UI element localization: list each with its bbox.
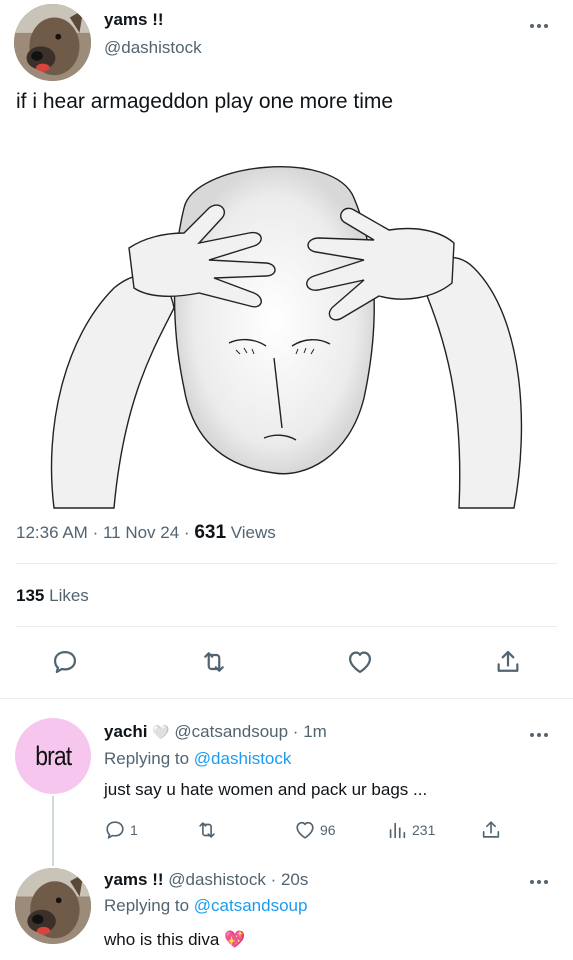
author-name[interactable]: yams !! bbox=[104, 10, 164, 30]
reply-time[interactable]: 20s bbox=[281, 870, 308, 889]
replying-to: Replying to @catsandsoup bbox=[104, 896, 307, 916]
likes-summary[interactable]: 135 Likes bbox=[16, 586, 89, 606]
reply-author-name[interactable]: yachi bbox=[104, 722, 147, 741]
reply-author-avatar[interactable] bbox=[15, 868, 91, 944]
share-icon[interactable] bbox=[494, 648, 522, 676]
more-options-icon[interactable] bbox=[530, 880, 548, 884]
reply-button[interactable]: 1 bbox=[104, 819, 138, 841]
tweet-date[interactable]: 11 Nov 24 bbox=[103, 523, 179, 542]
divider bbox=[0, 698, 573, 699]
sparkling-heart-emoji: 💖 bbox=[224, 930, 246, 949]
more-options-icon[interactable] bbox=[530, 24, 548, 28]
meme-image[interactable] bbox=[34, 138, 534, 510]
reply-icon bbox=[106, 821, 124, 839]
like-count: 96 bbox=[320, 822, 336, 838]
like-heart-icon[interactable] bbox=[346, 648, 374, 676]
retweet-icon bbox=[199, 822, 215, 838]
share-icon bbox=[482, 821, 500, 838]
thread-connector-line bbox=[52, 796, 54, 866]
share-button[interactable] bbox=[480, 819, 502, 841]
reply-text: just say u hate women and pack ur bags .… bbox=[104, 780, 428, 799]
likes-count: 135 bbox=[16, 586, 45, 605]
likes-label: Likes bbox=[49, 586, 89, 605]
views-count: 631 bbox=[194, 522, 227, 543]
views-button[interactable]: 231 bbox=[386, 819, 435, 841]
reply-icon[interactable] bbox=[51, 648, 79, 676]
replying-to-link[interactable]: @catsandsoup bbox=[194, 896, 308, 915]
views-count: 231 bbox=[412, 822, 436, 838]
reply-count: 1 bbox=[130, 822, 138, 838]
reply-header: yams !! @dashistock · 20s bbox=[104, 870, 308, 890]
reply-author-handle[interactable]: @catsandsoup bbox=[174, 722, 288, 741]
meta-separator: · bbox=[292, 722, 304, 741]
tweet-text: if i hear armageddon play one more time bbox=[16, 90, 394, 113]
retweet-button[interactable] bbox=[196, 819, 218, 841]
like-button[interactable]: 96 bbox=[294, 819, 336, 841]
retweet-icon[interactable] bbox=[200, 648, 228, 676]
author-emoji: 🤍 bbox=[152, 724, 170, 740]
views-chart-icon bbox=[389, 822, 406, 839]
meta-separator: · bbox=[270, 870, 281, 889]
more-options-icon[interactable] bbox=[530, 733, 548, 737]
avatar-text: brat bbox=[34, 740, 72, 771]
reply-time[interactable]: 1m bbox=[303, 722, 327, 741]
author-avatar[interactable] bbox=[14, 4, 91, 81]
tweet-meta: 12:36 AM · 11 Nov 24 · 631 Views bbox=[16, 522, 276, 544]
replying-to-link[interactable]: @dashistock bbox=[194, 749, 292, 768]
reply-text: who is this diva bbox=[104, 930, 220, 949]
replying-to: Replying to @dashistock bbox=[104, 749, 291, 769]
replying-label: Replying to bbox=[104, 896, 190, 915]
views-label: Views bbox=[230, 523, 276, 542]
tweet-time[interactable]: 12:36 AM bbox=[16, 523, 88, 542]
reply-text-container: who is this diva 💖 bbox=[104, 930, 245, 950]
dog-photo-icon bbox=[14, 4, 91, 81]
dog-photo-icon bbox=[15, 868, 91, 944]
meta-separator: · bbox=[183, 523, 195, 542]
divider bbox=[16, 563, 557, 564]
reply-header: yachi 🤍 @catsandsoup · 1m bbox=[104, 722, 327, 742]
reply-author-handle[interactable]: @dashistock bbox=[168, 870, 266, 889]
meta-separator: · bbox=[92, 523, 103, 542]
reply-author-name[interactable]: yams !! bbox=[104, 870, 164, 889]
like-heart-icon bbox=[296, 821, 314, 839]
author-handle[interactable]: @dashistock bbox=[104, 38, 202, 58]
replying-label: Replying to bbox=[104, 749, 190, 768]
divider bbox=[16, 626, 557, 627]
reply-author-avatar[interactable]: brat bbox=[15, 718, 91, 794]
